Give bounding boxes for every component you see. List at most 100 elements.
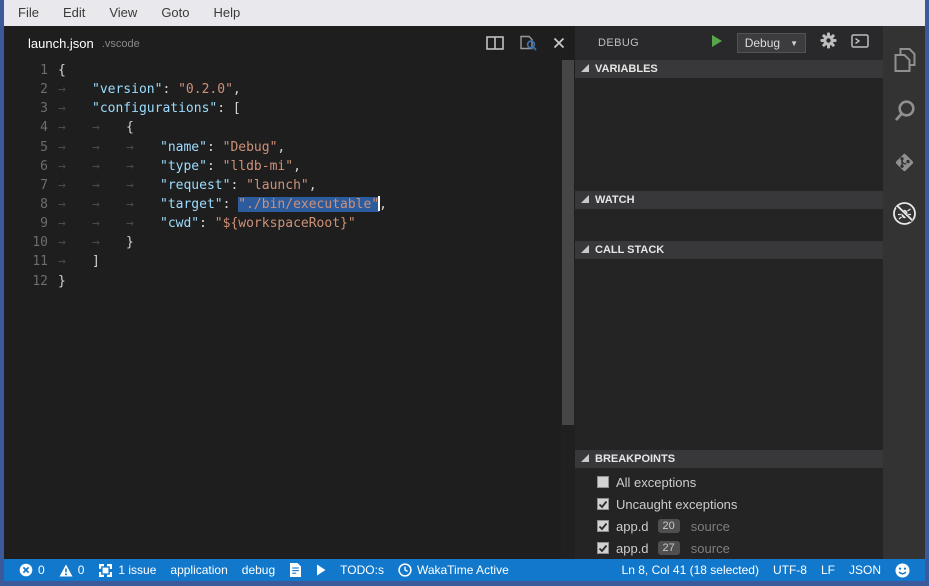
line-content: →→→"cwd": "${workspaceRoot}": [58, 214, 356, 233]
menu-item-goto[interactable]: Goto: [149, 0, 201, 26]
code-line[interactable]: 8 →→→"target": "./bin/executable",: [4, 195, 561, 214]
status-label: LF: [821, 563, 835, 577]
debug-disabled-icon[interactable]: [883, 188, 925, 239]
status-label: JSON: [849, 563, 881, 577]
code-token: {: [126, 120, 134, 135]
close-icon[interactable]: [553, 37, 565, 49]
status-item-play-icon[interactable]: [309, 559, 333, 581]
search-icon[interactable]: [883, 86, 925, 137]
tab-title[interactable]: launch.json: [28, 36, 94, 51]
status-item-smiley-icon[interactable]: [888, 559, 917, 581]
status-item-debug[interactable]: debug: [235, 559, 282, 581]
tab-whitespace-marker: →: [58, 233, 92, 252]
menu-item-edit[interactable]: Edit: [51, 0, 97, 26]
status-item-todo-s[interactable]: TODO:s: [333, 559, 391, 581]
variables-content: [575, 78, 883, 191]
status-label: 0: [78, 563, 85, 577]
code-token: :: [230, 178, 246, 193]
menu-item-view[interactable]: View: [97, 0, 149, 26]
editor-scrollbar[interactable]: [561, 60, 575, 559]
tab-whitespace-marker: →: [92, 118, 126, 137]
code-line[interactable]: 9 →→→"cwd": "${workspaceRoot}": [4, 214, 561, 233]
code-editor[interactable]: 1{2→"version": "0.2.0",3→"configurations…: [4, 60, 561, 559]
breakpoint-detail: source: [691, 541, 730, 556]
status-item-1-issue[interactable]: 1 issue: [91, 559, 163, 581]
menu-item-help[interactable]: Help: [202, 0, 253, 26]
status-item-lf[interactable]: LF: [814, 559, 842, 581]
status-item-0[interactable]: 0: [12, 559, 52, 581]
status-item-0[interactable]: 0: [52, 559, 92, 581]
tab-whitespace-marker: →: [58, 157, 92, 176]
status-item-application[interactable]: application: [163, 559, 234, 581]
code-line[interactable]: 1{: [4, 61, 561, 80]
status-item-wakatime-active[interactable]: WakaTime Active: [391, 559, 516, 581]
code-token: :: [162, 82, 178, 97]
preview-icon[interactable]: [519, 35, 538, 52]
error-icon: [19, 563, 33, 577]
code-line[interactable]: 4→→{: [4, 118, 561, 137]
line-content: →→→"target": "./bin/executable",: [58, 195, 387, 214]
status-label: Ln 8, Col 41 (18 selected): [622, 563, 759, 577]
breakpoint-row[interactable]: app.d20source: [575, 515, 883, 537]
section-breakpoints-label: BREAKPOINTS: [595, 453, 675, 465]
status-item-ln-8-col-41-18-selected[interactable]: Ln 8, Col 41 (18 selected): [615, 559, 766, 581]
code-token: "${workspaceRoot}": [215, 216, 356, 231]
line-number: 3: [4, 99, 48, 118]
tab-whitespace-marker: →: [126, 176, 160, 195]
split-editor-icon[interactable]: [486, 36, 504, 50]
twistie-icon: [581, 63, 589, 75]
code-line[interactable]: 3→"configurations": [: [4, 99, 561, 118]
tab-whitespace-marker: →: [92, 138, 126, 157]
debug-config-dropdown[interactable]: Debug ▼: [737, 33, 806, 53]
debug-console-icon[interactable]: [851, 34, 869, 53]
code-token: :: [207, 159, 223, 174]
todo-file-icon: [289, 562, 302, 578]
tab-whitespace-marker: →: [92, 233, 126, 252]
code-line[interactable]: 7→→→"request": "launch",: [4, 176, 561, 195]
breakpoint-checkbox[interactable]: [597, 520, 609, 532]
code-line[interactable]: 5→→→"name": "Debug",: [4, 138, 561, 157]
status-item-utf-8[interactable]: UTF-8: [766, 559, 814, 581]
section-call-stack-label: CALL STACK: [595, 244, 664, 256]
code-line[interactable]: 2→"version": "0.2.0",: [4, 80, 561, 99]
breakpoint-row[interactable]: All exceptions: [575, 471, 883, 493]
watch-content: [575, 209, 883, 241]
line-number: 4: [4, 118, 48, 137]
code-token: ,: [379, 197, 387, 212]
status-item-todo-file-icon[interactable]: [282, 559, 309, 581]
start-debug-button[interactable]: [711, 34, 723, 53]
breakpoint-checkbox[interactable]: [597, 498, 609, 510]
line-number: 9: [4, 214, 48, 233]
scrollbar-thumb[interactable]: [562, 60, 574, 425]
code-token: :: [199, 216, 215, 231]
breakpoint-checkbox[interactable]: [597, 476, 609, 488]
line-number: 2: [4, 80, 48, 99]
section-call-stack[interactable]: CALL STACK: [575, 241, 883, 259]
code-line[interactable]: 11→]: [4, 252, 561, 271]
breakpoint-checkbox[interactable]: [597, 542, 609, 554]
tab-description: .vscode: [102, 36, 140, 50]
code-token: "Debug": [223, 140, 278, 155]
code-token: "request": [160, 178, 230, 193]
debug-sidebar: DEBUG Debug ▼ VARIABLES WATCH: [575, 26, 883, 559]
files-icon[interactable]: [883, 35, 925, 86]
git-icon[interactable]: [883, 137, 925, 188]
code-line[interactable]: 12}: [4, 272, 561, 291]
section-watch[interactable]: WATCH: [575, 191, 883, 209]
editor-tab-bar: launch.json .vscode: [4, 26, 575, 60]
code-token: "lldb-mi": [223, 159, 293, 174]
section-variables[interactable]: VARIABLES: [575, 60, 883, 78]
section-breakpoints[interactable]: BREAKPOINTS: [575, 450, 883, 468]
gear-icon[interactable]: [820, 32, 837, 54]
breakpoint-row[interactable]: Uncaught exceptions: [575, 493, 883, 515]
code-line[interactable]: 6→→→"type": "lldb-mi",: [4, 157, 561, 176]
code-line[interactable]: 10→→}: [4, 233, 561, 252]
line-number: 10: [4, 233, 48, 252]
breakpoint-line-badge: 20: [658, 519, 680, 533]
status-item-json[interactable]: JSON: [842, 559, 888, 581]
breakpoint-row[interactable]: app.d27source: [575, 537, 883, 559]
code-token: "cwd": [160, 216, 199, 231]
menu-item-file[interactable]: File: [6, 0, 51, 26]
code-token: : [: [217, 101, 240, 116]
line-number: 8: [4, 195, 48, 214]
